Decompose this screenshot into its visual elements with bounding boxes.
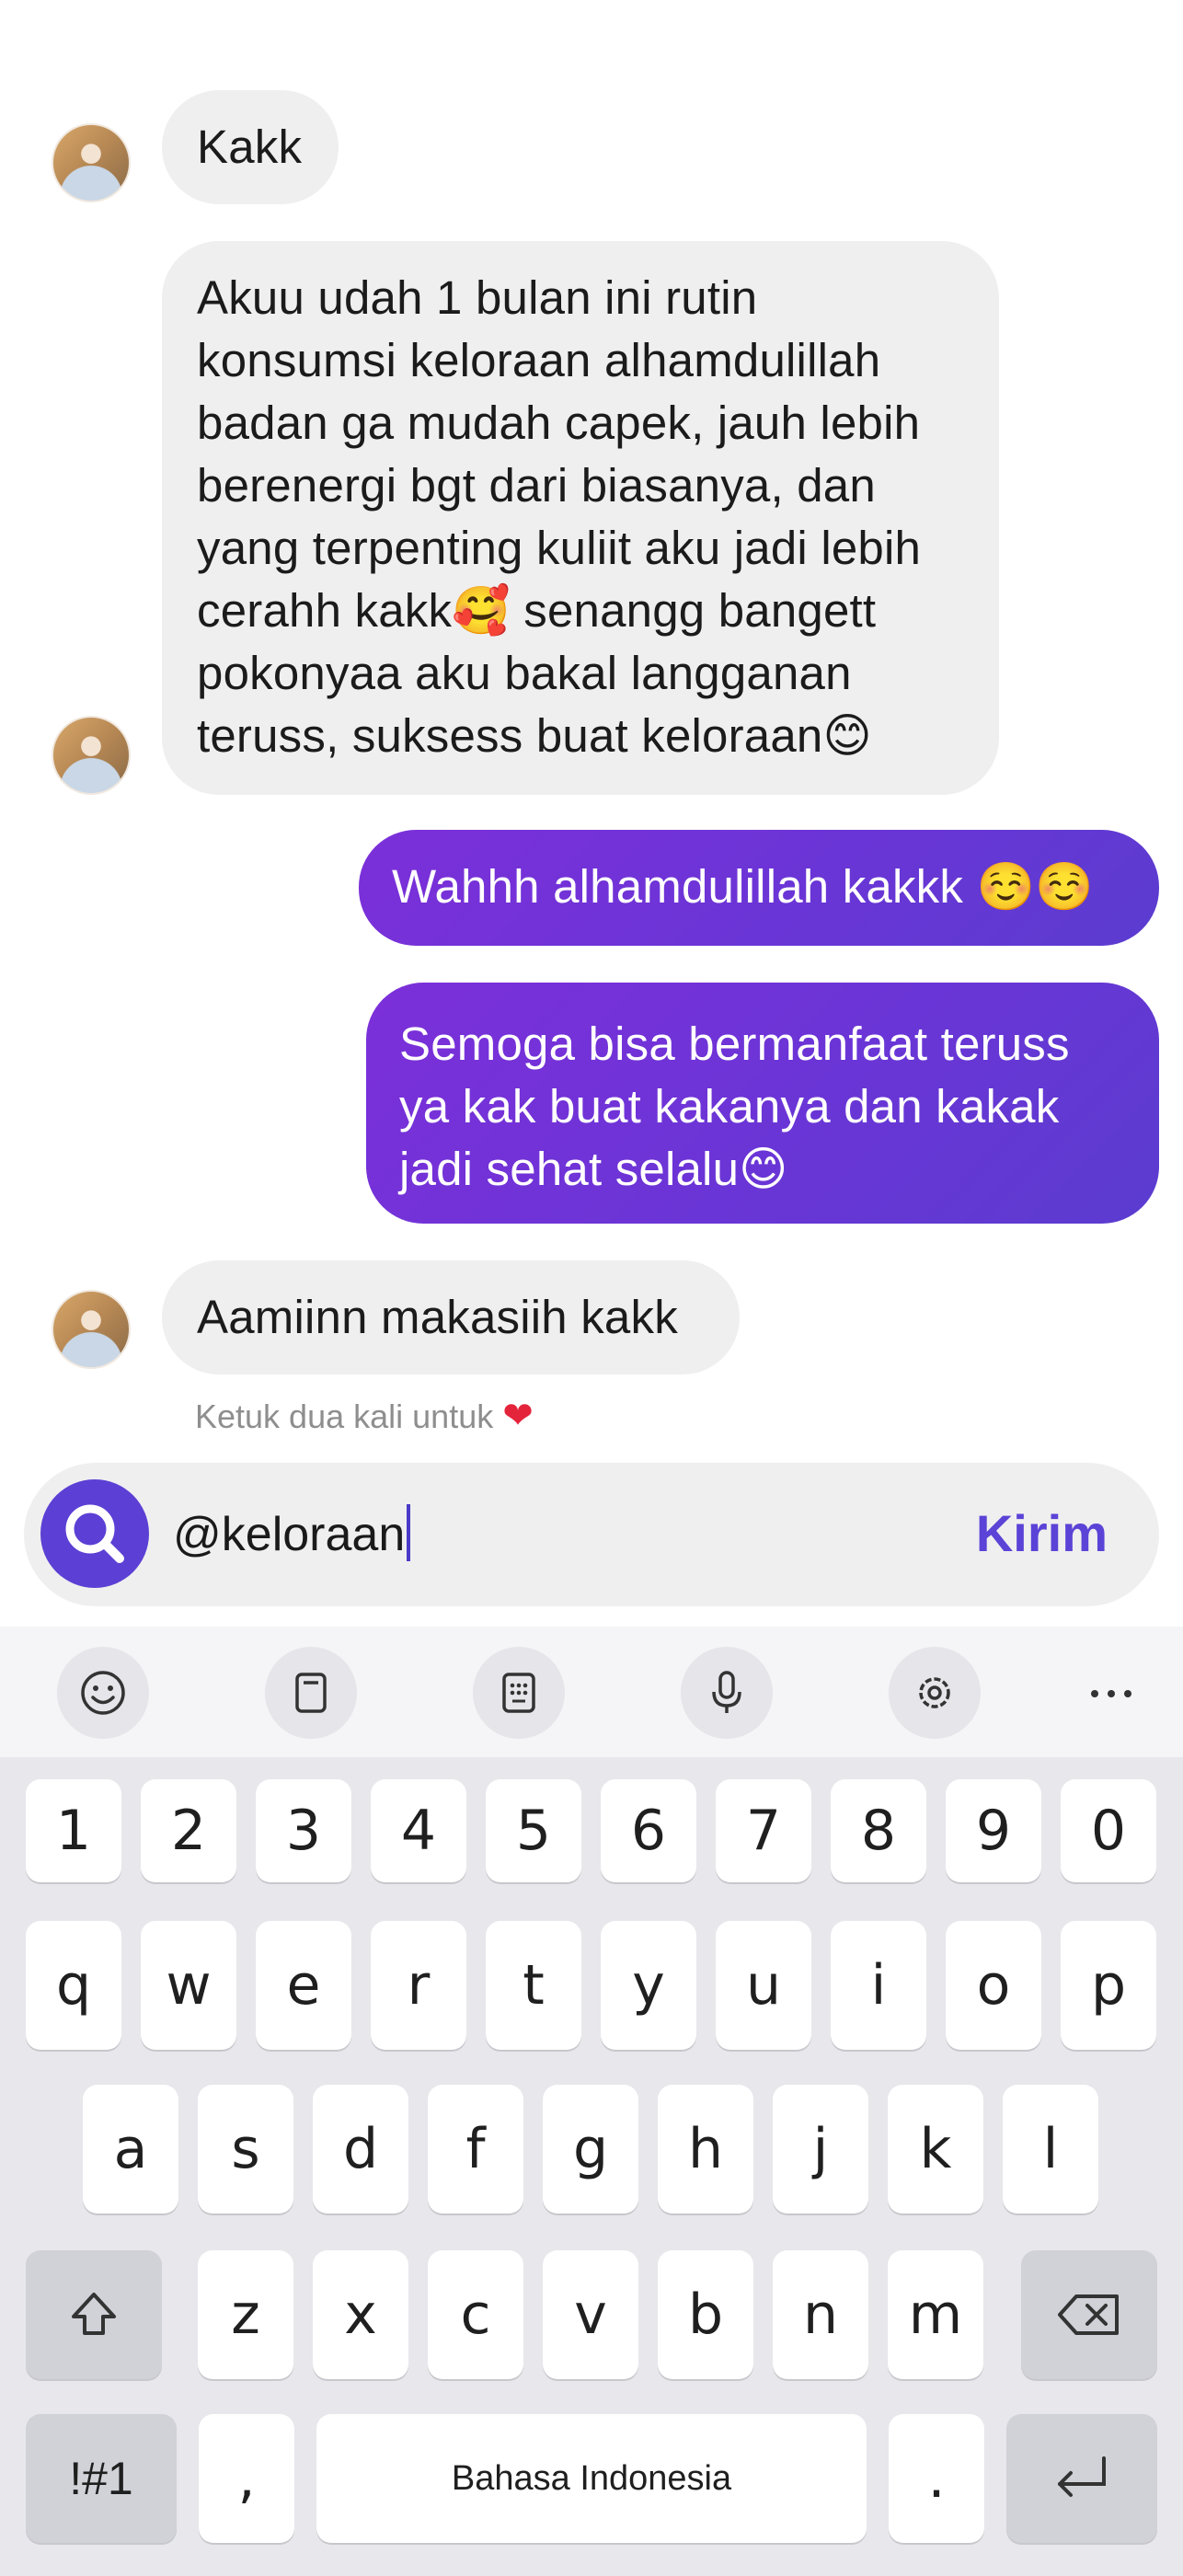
key[interactable]: i bbox=[831, 1921, 926, 2050]
keyboard: 1 2 3 4 5 6 7 8 9 0 q w e r t y u i o p … bbox=[0, 1757, 1183, 2576]
key[interactable]: x bbox=[313, 2250, 408, 2379]
key[interactable]: w bbox=[141, 1921, 236, 2050]
key[interactable]: y bbox=[601, 1921, 696, 2050]
keypad-icon[interactable] bbox=[473, 1647, 565, 1739]
outgoing-message: Wahhh alhamdulillah kakkk ☺️☺️ bbox=[359, 830, 1159, 946]
space-key[interactable]: Bahasa Indonesia bbox=[316, 2414, 867, 2543]
hint-text: Ketuk dua kali untuk bbox=[195, 1397, 494, 1435]
message-line: cerahh kakk🥰 senangg bangett bbox=[197, 584, 877, 637]
backspace-key[interactable] bbox=[1021, 2250, 1157, 2379]
key[interactable]: 4 bbox=[371, 1779, 466, 1882]
key[interactable]: 8 bbox=[831, 1779, 926, 1882]
clipboard-icon[interactable] bbox=[265, 1647, 357, 1739]
incoming-message: Kakk bbox=[162, 90, 339, 204]
message-line: teruss, suksess buat keloraan😊 bbox=[197, 709, 872, 762]
emoji-icon[interactable] bbox=[57, 1647, 149, 1739]
search-icon bbox=[65, 1504, 124, 1563]
outgoing-message: Semoga bisa bermanfaat teruss ya kak bua… bbox=[366, 983, 1159, 1224]
keyboard-toolbar bbox=[0, 1627, 1183, 1757]
double-tap-hint: Ketuk dua kali untuk ❤ bbox=[195, 1395, 534, 1437]
key[interactable]: 2 bbox=[141, 1779, 236, 1882]
shift-key[interactable] bbox=[26, 2250, 162, 2379]
key[interactable]: u bbox=[716, 1921, 811, 2050]
key[interactable]: 5 bbox=[486, 1779, 581, 1882]
key[interactable]: m bbox=[888, 2250, 983, 2379]
key[interactable]: v bbox=[543, 2250, 638, 2379]
key[interactable]: a bbox=[83, 2085, 178, 2214]
period-key[interactable]: . bbox=[889, 2414, 984, 2543]
enter-key[interactable] bbox=[1006, 2414, 1157, 2543]
avatar[interactable] bbox=[52, 1290, 131, 1369]
key[interactable]: s bbox=[198, 2085, 293, 2214]
key[interactable]: 6 bbox=[601, 1779, 696, 1882]
key[interactable]: 3 bbox=[256, 1779, 351, 1882]
avatar[interactable] bbox=[52, 123, 131, 202]
key[interactable]: z bbox=[198, 2250, 293, 2379]
message-composer: @keloraan Kirim bbox=[24, 1463, 1159, 1606]
message-text: Aamiinn makasiih kakk bbox=[197, 1291, 678, 1343]
message-line: Semoga bisa bermanfaat teruss bbox=[399, 1018, 1070, 1070]
key[interactable]: o bbox=[946, 1921, 1041, 2050]
key[interactable]: q bbox=[26, 1921, 121, 2050]
message-line: konsumsi keloraan alhamdulillah bbox=[197, 334, 881, 386]
more-icon[interactable] bbox=[1084, 1671, 1139, 1717]
key[interactable]: p bbox=[1061, 1921, 1156, 2050]
key[interactable]: g bbox=[543, 2085, 638, 2214]
backspace-icon bbox=[1058, 2294, 1119, 2335]
message-input[interactable]: @keloraan bbox=[173, 1503, 411, 1566]
key[interactable]: c bbox=[428, 2250, 523, 2379]
key[interactable]: 7 bbox=[716, 1779, 811, 1882]
symbols-key[interactable]: !#1 bbox=[26, 2414, 177, 2543]
key[interactable]: 9 bbox=[946, 1779, 1041, 1882]
enter-icon bbox=[1058, 2456, 1106, 2497]
key[interactable]: 1 bbox=[26, 1779, 121, 1882]
key[interactable]: l bbox=[1003, 2085, 1098, 2214]
key[interactable]: b bbox=[658, 2250, 753, 2379]
message-text: Wahhh alhamdulillah kakkk ☺️☺️ bbox=[392, 860, 1094, 913]
heart-icon: ❤ bbox=[502, 1396, 534, 1436]
key[interactable]: t bbox=[486, 1921, 581, 2050]
message-line: badan ga mudah capek, jauh lebih bbox=[197, 397, 921, 449]
message-line: berenergi bgt dari biasanya, dan bbox=[197, 459, 876, 512]
gear-icon[interactable] bbox=[889, 1647, 981, 1739]
key[interactable]: f bbox=[428, 2085, 523, 2214]
message-line: jadi sehat selalu😊 bbox=[399, 1143, 788, 1195]
incoming-message: Aamiinn makasiih kakk bbox=[162, 1260, 740, 1374]
text-cursor bbox=[407, 1504, 411, 1561]
key[interactable]: k bbox=[888, 2085, 983, 2214]
key[interactable]: d bbox=[313, 2085, 408, 2214]
shift-icon bbox=[72, 2293, 116, 2335]
avatar[interactable] bbox=[52, 716, 131, 795]
key[interactable]: n bbox=[773, 2250, 868, 2379]
message-line: yang terpenting kuliit aku jadi lebih bbox=[197, 522, 922, 574]
incoming-message: Akuu udah 1 bulan ini rutin konsumsi kel… bbox=[162, 241, 999, 795]
message-line: Akuu udah 1 bulan ini rutin bbox=[197, 271, 758, 324]
key[interactable]: e bbox=[256, 1921, 351, 2050]
microphone-icon[interactable] bbox=[681, 1647, 773, 1739]
key[interactable]: r bbox=[371, 1921, 466, 2050]
key[interactable]: 0 bbox=[1061, 1779, 1156, 1882]
message-line: pokonyaa aku bakal langganan bbox=[197, 647, 852, 699]
message-line: ya kak buat kakanya dan kakak bbox=[399, 1080, 1060, 1133]
key[interactable]: j bbox=[773, 2085, 868, 2214]
send-button[interactable]: Kirim bbox=[976, 1503, 1108, 1563]
key[interactable]: h bbox=[658, 2085, 753, 2214]
comma-key[interactable]: , bbox=[199, 2414, 294, 2543]
search-button[interactable] bbox=[40, 1479, 149, 1588]
message-text: Kakk bbox=[197, 121, 303, 173]
message-input-value: @keloraan bbox=[173, 1508, 406, 1561]
